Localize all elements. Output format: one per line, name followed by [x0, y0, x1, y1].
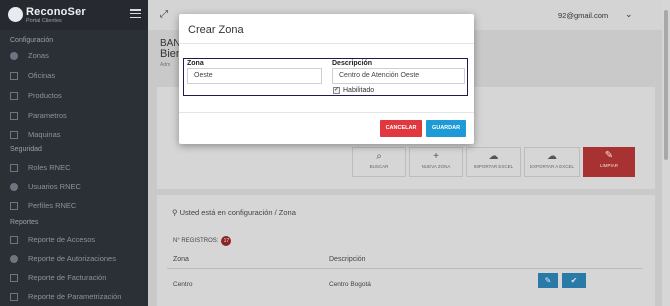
sidebar-item-maquinas[interactable]: Maquinas	[10, 130, 61, 139]
plus-icon: +	[433, 151, 439, 162]
building-icon	[10, 71, 18, 80]
brand-subtitle: Portal Clientes	[26, 18, 62, 24]
modal-divider	[179, 112, 474, 113]
sidebar: ReconoSer Portal Clientes Configuración …	[0, 0, 148, 306]
chevron-down-icon[interactable]: ⌄	[625, 9, 633, 20]
box-icon	[10, 91, 18, 100]
cell-zona: Centro	[173, 281, 193, 288]
importar-excel-button[interactable]: ☁ IMPORTAR EXCEL	[466, 147, 521, 177]
desktop-icon	[10, 130, 18, 139]
limpiar-button[interactable]: ✎ LIMPIAR	[583, 147, 635, 177]
sliders-icon	[10, 111, 18, 120]
search-icon: ⌕	[376, 151, 382, 162]
page-small-text: Adm	[160, 62, 171, 68]
save-button[interactable]: GUARDAR	[426, 120, 466, 137]
enable-row-button[interactable]: ✔	[562, 273, 586, 288]
edit-row-button[interactable]: ✎	[538, 273, 558, 288]
section-configuracion: Configuración	[10, 37, 54, 44]
column-header-zona: Zona	[173, 256, 189, 263]
download-icon: ☁	[547, 151, 557, 162]
cancel-button[interactable]: CANCELAR	[380, 120, 422, 137]
zona-label: Zona	[187, 60, 204, 67]
sidebar-item-productos[interactable]: Productos	[10, 91, 62, 100]
sidebar-item-reporte-facturacion[interactable]: Reporte de Facturación	[10, 273, 106, 282]
sidebar-item-perfiles-rnec[interactable]: Perfiles RNEC	[10, 201, 76, 210]
sidebar-item-reporte-autorizaciones[interactable]: Reporte de Autorizaciones	[10, 254, 116, 263]
logo-icon	[8, 7, 23, 22]
nueva-zona-button[interactable]: + NUEVA ZONA	[409, 147, 463, 177]
zona-input[interactable]: Oeste	[187, 68, 322, 84]
records-badge: 17	[221, 236, 232, 246]
section-reportes: Reportes	[10, 219, 39, 226]
sidebar-item-reporte-accesos[interactable]: Reporte de Accesos	[10, 235, 95, 244]
descripcion-label: Descripción	[332, 60, 373, 67]
descripcion-input[interactable]: Centro de Atención Oeste	[332, 68, 465, 84]
table-header: Zona Descripción	[167, 250, 643, 269]
breadcrumb: ⚲ Usted está en configuración / Zona	[172, 208, 296, 217]
invoice-icon	[10, 273, 18, 282]
location-icon: ⚲	[172, 208, 180, 217]
sidebar-item-zonas[interactable]: Zonas	[10, 51, 49, 60]
sidebar-item-parametros[interactable]: Parametros	[10, 111, 67, 120]
modal-divider	[179, 43, 474, 44]
sidebar-item-oficinas[interactable]: Oficinas	[10, 71, 55, 80]
menu-toggle-icon[interactable]	[130, 9, 141, 19]
scrollbar-thumb[interactable]	[664, 10, 668, 160]
map-marker-icon	[10, 51, 18, 60]
user-email[interactable]: 92@gmail.com	[558, 11, 608, 20]
upload-icon: ☁	[488, 151, 499, 162]
sidebar-item-roles-rnec[interactable]: Roles RNEC	[10, 163, 71, 172]
brand-name: ReconoSer	[26, 6, 86, 18]
habilitado-label: Habilitado	[343, 87, 375, 94]
sidebar-item-usuarios-rnec[interactable]: Usuarios RNEC	[10, 182, 81, 191]
users-icon	[10, 182, 18, 191]
sidebar-item-reporte-parametrizacion[interactable]: Reporte de Parametrización	[10, 292, 121, 301]
edit-icon: ✎	[544, 276, 552, 285]
check-icon	[10, 254, 18, 263]
brand-area: ReconoSer Portal Clientes	[0, 0, 148, 30]
buscar-button[interactable]: ⌕ BUSCAR	[352, 147, 406, 177]
cell-descripcion: Centro Bogotá	[329, 281, 371, 288]
check-icon: ✔	[570, 276, 578, 285]
modal-title: Crear Zona	[188, 24, 244, 36]
roles-icon	[10, 163, 18, 172]
habilitado-checkbox[interactable]: ✓	[333, 87, 340, 94]
records-count: N° REGISTROS: 17	[173, 236, 232, 246]
report-icon	[10, 235, 18, 244]
column-header-descripcion: Descripción	[329, 256, 366, 263]
section-seguridad: Seguridad	[10, 146, 42, 153]
chart-icon	[10, 292, 18, 301]
exportar-excel-button[interactable]: ☁ EXPORTAR A EXCEL	[524, 147, 580, 177]
expand-icon[interactable]: ⤢	[160, 10, 170, 20]
brush-icon: ✎	[604, 150, 614, 161]
profile-icon	[10, 201, 18, 210]
